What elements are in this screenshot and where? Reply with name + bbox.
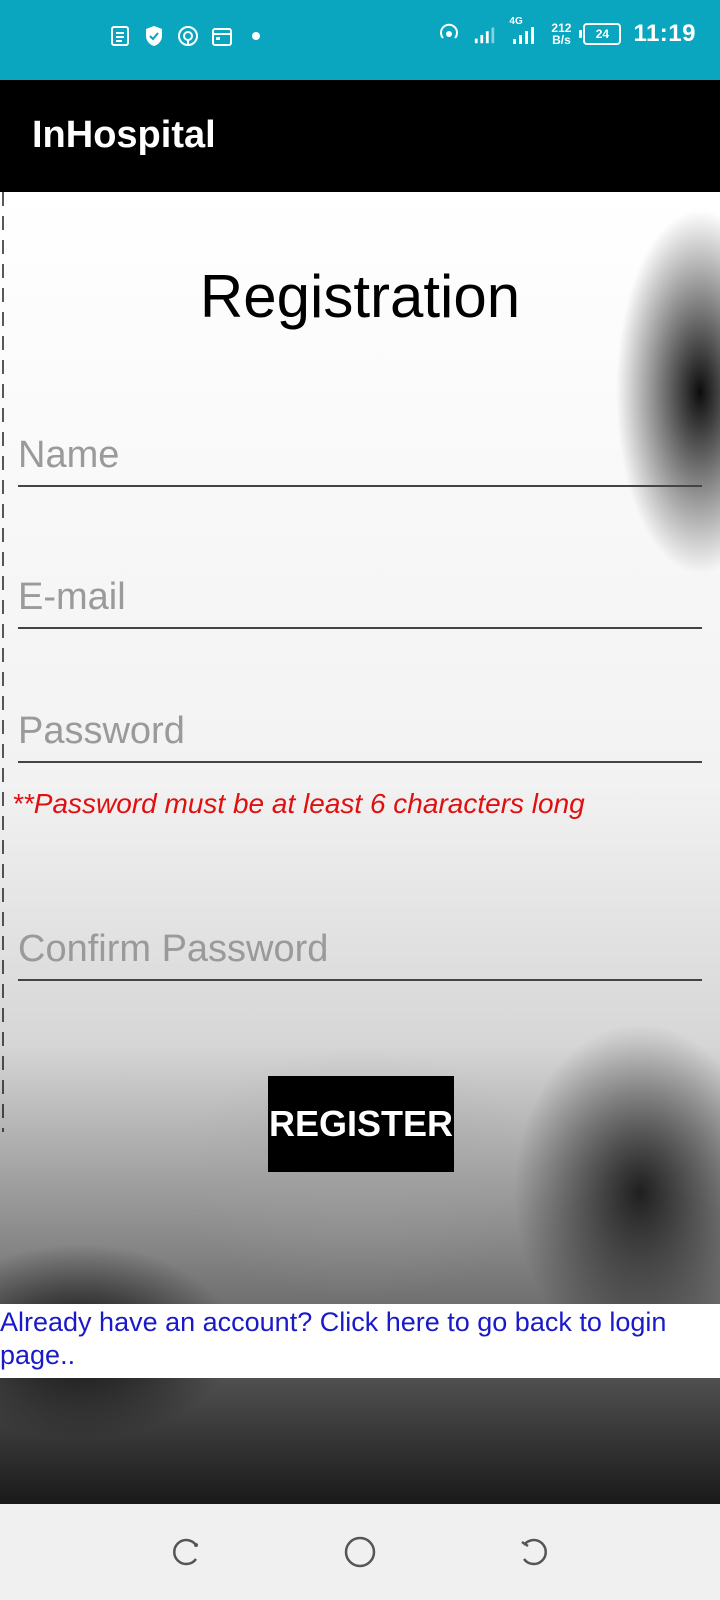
confirm-password-input[interactable] (18, 928, 702, 979)
battery-icon: 24 (579, 23, 622, 45)
clock: 11:19 (633, 20, 696, 47)
register-button[interactable]: REGISTER (268, 1076, 454, 1172)
notification-dot-icon (244, 24, 268, 48)
status-right-icons: 4G 212 B/s 24 11:19 (437, 16, 696, 48)
confirm-password-field[interactable] (18, 928, 702, 981)
calendar-icon (210, 24, 234, 48)
network-type: 4G (509, 16, 523, 27)
back-to-login-link[interactable]: Already have an account? Click here to g… (0, 1304, 720, 1378)
name-input[interactable] (18, 434, 702, 485)
net-speed: 212 B/s (551, 22, 571, 46)
email-input[interactable] (18, 576, 702, 627)
home-icon[interactable] (342, 1534, 378, 1570)
signal-4g-icon: 4G (509, 16, 539, 46)
decorative-edge (2, 192, 4, 1132)
hotspot-icon (176, 24, 200, 48)
status-left-icons (108, 24, 268, 48)
hotspot-signal-icon (437, 22, 461, 46)
net-speed-unit: B/s (552, 33, 571, 47)
battery-level: 24 (595, 27, 610, 41)
registration-screen: Registration **Password must be at least… (0, 192, 720, 1504)
app-bar: InHospital (0, 80, 720, 192)
shield-icon (142, 24, 166, 48)
password-hint: **Password must be at least 6 characters… (12, 788, 585, 819)
recent-apps-icon[interactable] (168, 1534, 204, 1570)
page-title: Registration (199, 263, 521, 330)
password-field[interactable] (18, 710, 702, 763)
navigation-bar (0, 1504, 720, 1600)
back-icon[interactable] (516, 1534, 552, 1570)
app-title: InHospital (32, 114, 216, 156)
status-bar: 4G 212 B/s 24 11:19 (0, 0, 720, 80)
password-input[interactable] (18, 710, 702, 761)
email-field[interactable] (18, 576, 702, 629)
news-icon (108, 24, 132, 48)
name-field[interactable] (18, 434, 702, 487)
signal-strength-icon (473, 22, 497, 46)
